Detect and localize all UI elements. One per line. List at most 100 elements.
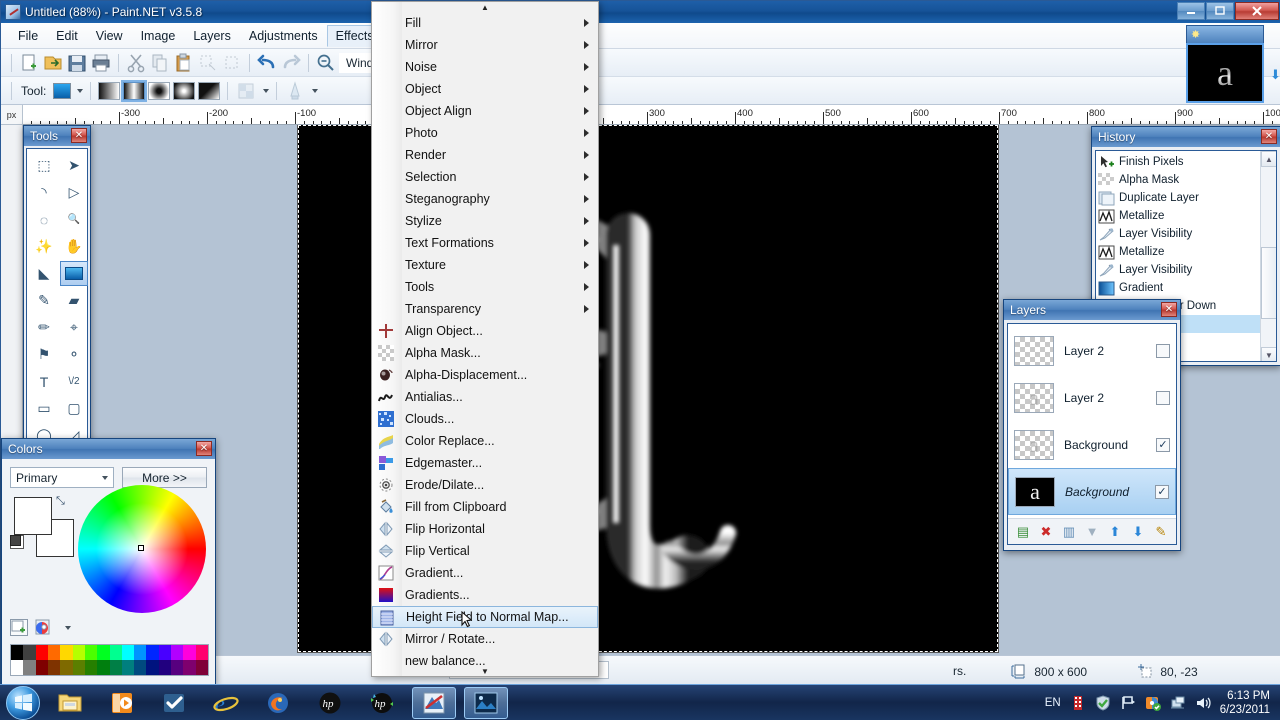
pan-tool[interactable]: ✋: [60, 234, 88, 259]
move-selection-tool[interactable]: ▷: [60, 180, 88, 205]
menu-item-object[interactable]: Object: [372, 78, 598, 100]
menu-item-alpha-mask[interactable]: Alpha Mask...: [372, 342, 598, 364]
palette-swatch[interactable]: [121, 660, 135, 675]
history-item[interactable]: Metallize: [1098, 243, 1276, 261]
primary-color-swatch[interactable]: [14, 497, 52, 535]
palette-swatch[interactable]: [72, 645, 85, 660]
chevron-down-icon[interactable]: [312, 88, 319, 93]
paint-bucket-tool[interactable]: ◣: [30, 261, 58, 286]
move-layer-down-button[interactable]: ⬇: [1130, 524, 1146, 540]
action-center-icon[interactable]: [1145, 695, 1161, 711]
palette-swatch[interactable]: [60, 660, 73, 675]
menu-item-clouds[interactable]: Clouds...: [372, 408, 598, 430]
active-tool-button[interactable]: [53, 82, 72, 99]
add-color-icon[interactable]: [10, 619, 28, 636]
palette-swatch[interactable]: [47, 660, 61, 675]
colors-palette-titlebar[interactable]: Colors ✕: [2, 439, 215, 459]
close-icon[interactable]: ✕: [71, 128, 87, 143]
menu-item-edgemaster[interactable]: Edgemaster...: [372, 452, 598, 474]
taskbar-firefox[interactable]: [256, 687, 300, 719]
palette-swatch[interactable]: [47, 645, 61, 660]
history-scrollbar[interactable]: ▲ ▼: [1260, 151, 1276, 361]
menu-item-height-field-to-normal-map[interactable]: Height Field to Normal Map...: [372, 606, 598, 628]
palette-icon[interactable]: [35, 619, 55, 636]
menu-item-gradient[interactable]: Gradient...: [372, 562, 598, 584]
menu-item-noise[interactable]: Noise: [372, 56, 598, 78]
palette-swatch[interactable]: [84, 660, 98, 675]
layer-visibility-checkbox[interactable]: [1156, 390, 1170, 405]
linear-gradient-icon[interactable]: [98, 81, 121, 100]
layers-button-bar[interactable]: ▤ ✖ ▥ ▼ ⬆ ⬇ ✎: [1008, 518, 1176, 544]
menu-item-stylize[interactable]: Stylize: [372, 210, 598, 232]
alpha-blending-icon[interactable]: [235, 80, 257, 102]
chevron-down-icon[interactable]: ⬇: [1270, 67, 1280, 83]
eraser-tool[interactable]: ▰: [60, 288, 88, 313]
antialiasing-icon[interactable]: [284, 80, 306, 102]
menu-item-tools[interactable]: Tools: [372, 276, 598, 298]
history-item[interactable]: Duplicate Layer: [1098, 189, 1276, 207]
layers-palette-body[interactable]: Layer 2 a Layer 2 a Background ✓ a Background ✓ …: [1007, 323, 1177, 545]
undo-icon[interactable]: [256, 52, 278, 74]
history-palette-titlebar[interactable]: History ✕: [1092, 127, 1280, 147]
scrollbar-thumb[interactable]: [1261, 247, 1276, 319]
ruler-unit-label[interactable]: px: [1, 105, 23, 125]
magic-wand-tool[interactable]: ✨: [30, 234, 58, 259]
palette-swatch[interactable]: [183, 645, 196, 660]
menu-item-fill-from-clipboard[interactable]: Fill from Clipboard: [372, 496, 598, 518]
palette-swatch[interactable]: [158, 645, 172, 660]
palette-swatch[interactable]: [97, 645, 110, 660]
conical-gradient-icon[interactable]: [198, 81, 221, 100]
close-icon[interactable]: ✕: [1261, 129, 1277, 144]
linear-reflected-gradient-icon[interactable]: [121, 79, 148, 102]
copy-icon[interactable]: [149, 52, 171, 74]
windows-start-orb[interactable]: [6, 685, 40, 720]
palette-swatch[interactable]: [183, 660, 196, 675]
reset-colors-icon[interactable]: [10, 535, 24, 549]
menu-item-mirror[interactable]: Mirror: [372, 34, 598, 56]
palette-swatch[interactable]: [146, 645, 159, 660]
gradient-tool[interactable]: [60, 261, 88, 286]
palette-swatch[interactable]: [158, 660, 172, 675]
menu-item-transparency[interactable]: Transparency: [372, 298, 598, 320]
palette-swatch[interactable]: [23, 645, 36, 660]
menu-scroll-up-icon[interactable]: ▲: [372, 2, 598, 12]
minimize-button[interactable]: [1177, 2, 1205, 20]
menu-image[interactable]: Image: [132, 25, 185, 47]
close-icon[interactable]: ✕: [196, 441, 212, 456]
duplicate-layer-button[interactable]: ▥: [1061, 524, 1077, 540]
swap-colors-icon[interactable]: ⤡: [56, 495, 65, 508]
layer-row[interactable]: a Layer 2: [1008, 374, 1176, 421]
film-icon[interactable]: [1070, 695, 1086, 711]
history-item[interactable]: Gradient: [1098, 279, 1276, 297]
tray-language[interactable]: EN: [1045, 697, 1061, 709]
taskbar-internet-explorer[interactable]: e: [204, 687, 248, 719]
palette-swatch[interactable]: [84, 645, 98, 660]
menu-item-color-replace[interactable]: Color Replace...: [372, 430, 598, 452]
diamond-gradient-icon[interactable]: [173, 81, 196, 100]
paste-icon[interactable]: [173, 52, 195, 74]
menu-item-antialias[interactable]: Antialias...: [372, 386, 598, 408]
save-icon[interactable]: [66, 52, 88, 74]
merge-layer-down-button[interactable]: ▼: [1084, 524, 1100, 540]
tray-clock[interactable]: 6:13 PM 6/23/2011: [1220, 689, 1270, 717]
palette-swatch[interactable]: [146, 660, 159, 675]
recolor-tool[interactable]: ⚬: [60, 342, 88, 367]
zoom-icon[interactable]: [315, 52, 337, 74]
layer-row[interactable]: a Background ✓: [1008, 421, 1176, 468]
move-layer-up-button[interactable]: ⬆: [1107, 524, 1123, 540]
taskbar-media-player[interactable]: [100, 687, 144, 719]
chevron-down-icon[interactable]: [65, 625, 71, 630]
move-selected-tool[interactable]: ➤: [60, 153, 88, 178]
palette-swatch[interactable]: [35, 645, 48, 660]
history-item[interactable]: Metallize: [1098, 207, 1276, 225]
open-icon[interactable]: [42, 52, 64, 74]
menu-item-render[interactable]: Render: [372, 144, 598, 166]
menu-item-object-align[interactable]: Object Align: [372, 100, 598, 122]
taskbar-checkmark-app[interactable]: [152, 687, 196, 719]
palette-swatch[interactable]: [109, 660, 122, 675]
flag-icon[interactable]: [1120, 695, 1136, 711]
palette-swatch[interactable]: [195, 660, 208, 675]
palette-swatch[interactable]: [60, 645, 73, 660]
color-wheel[interactable]: [78, 485, 206, 613]
menu-item-text-formations[interactable]: Text Formations: [372, 232, 598, 254]
